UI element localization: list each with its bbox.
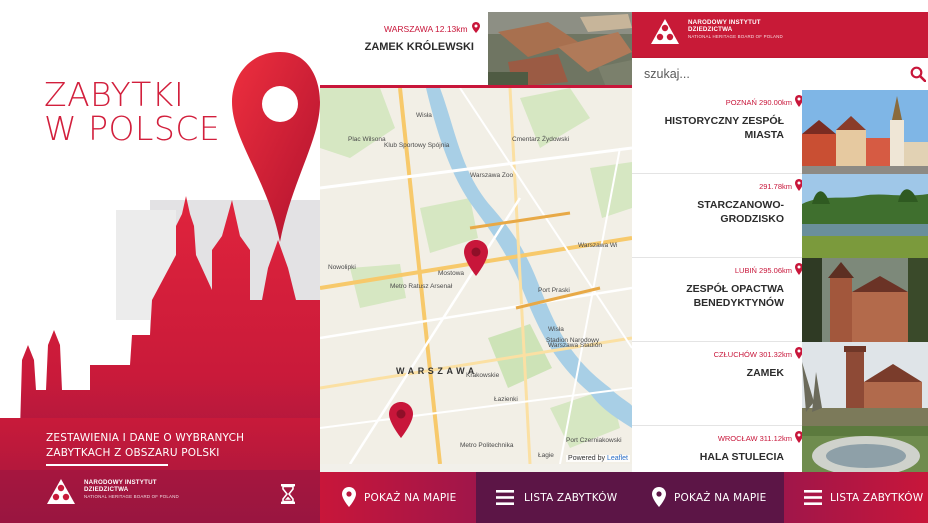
- map-canvas[interactable]: [320, 88, 632, 464]
- nid-logo: NARODOWY INSTYTUT DZIEDZICTWA NATIONAL H…: [650, 18, 820, 50]
- hourglass-icon: [281, 484, 295, 504]
- map-marker-icon[interactable]: [464, 240, 488, 276]
- map-attribution: Powered by Leaflet: [566, 455, 630, 462]
- nid-logo-line2: DZIEDZICTWA: [688, 25, 733, 33]
- map-label: Metro Politechnika: [460, 442, 514, 449]
- monument-name: STARCZANOWO-GRODZISKO: [697, 199, 784, 225]
- search-icon[interactable]: [910, 66, 926, 82]
- monument-list-item[interactable]: LUBIŃ 295.06km ZESPÓŁ OPACTWA BENEDYKTYN…: [632, 258, 928, 342]
- monument-list-item[interactable]: POZNAŃ 290.00km HISTORYCZNY ZESPÓŁ MIAST…: [632, 90, 928, 174]
- monument-name: ZESPÓŁ OPACTWA BENEDYKTYNÓW: [686, 283, 784, 309]
- list-screen-nav: POKAŻ NA MAPIE LISTA ZABYTKÓW: [632, 472, 928, 523]
- nid-logo-line3: NATIONAL HERITAGE BOARD OF POLAND: [84, 493, 179, 499]
- monument-distance: WROCŁAW 311.12km: [717, 434, 792, 443]
- map-label: Cmentarz Żydowski: [512, 136, 570, 143]
- splash-screen: ZABYTKI W POLSCE ZESTAWIENIA I DANE O WY…: [0, 0, 320, 523]
- map-marker-icon[interactable]: [389, 402, 413, 438]
- monument-photo: [802, 342, 928, 426]
- show-on-map-button[interactable]: POKAŻ NA MAPIE: [632, 472, 784, 523]
- map-label: Łagie: [538, 452, 554, 459]
- monument-list-button[interactable]: LISTA ZABYTKÓW: [476, 472, 632, 523]
- monument-distance: POZNAŃ 290.00km: [725, 98, 792, 107]
- map-label: Nowolipki: [328, 264, 356, 271]
- app-title: ZABYTKI W POLSCE: [44, 78, 244, 146]
- nid-logo-line2: DZIEDZICTWA: [84, 485, 129, 493]
- nid-emblem-icon: [651, 19, 679, 44]
- monument-name: HALA STULECIA: [699, 451, 784, 463]
- app-subtitle: ZESTAWIENIA I DANE O WYBRANYCH ZABYTKACH…: [46, 431, 256, 461]
- brand-header: NARODOWY INSTYTUT DZIEDZICTWA NATIONAL H…: [632, 12, 928, 58]
- nid-logo-text: NARODOWY INSTYTUT DZIEDZICTWA NATIONAL H…: [688, 19, 783, 40]
- map-label: Warszawa Stadion: [548, 342, 602, 349]
- app-title-line1: ZABYTKI: [44, 75, 185, 114]
- map-label: Plac Wilsona: [348, 136, 386, 143]
- map-label: Łazienki: [494, 396, 518, 403]
- map-label: Mostowa: [438, 270, 465, 277]
- map-label: Metro Ratusz Arsenał: [390, 283, 453, 290]
- map-label: Port Praski: [538, 287, 570, 294]
- selected-monument-photo: [488, 12, 632, 87]
- map-label: Warszawa Wi: [578, 242, 618, 249]
- monument-name: HISTORYCZNY ZESPÓŁ MIASTA: [664, 115, 784, 141]
- location-pin-icon: [652, 487, 666, 507]
- show-on-map-label: POKAŻ NA MAPIE: [674, 492, 767, 504]
- monument-list-label: LISTA ZABYTKÓW: [830, 492, 924, 504]
- location-pin-icon: [342, 487, 356, 507]
- leaflet-link[interactable]: Leaflet: [607, 455, 628, 462]
- list-screen: NARODOWY INSTYTUT DZIEDZICTWA NATIONAL H…: [632, 0, 928, 523]
- subtitle-divider: [46, 464, 168, 466]
- monument-photo: [802, 174, 928, 258]
- selected-monument-card[interactable]: WARSZAWA 12.13km ZAMEK KRÓLEWSKI: [320, 0, 632, 88]
- location-pin-icon: [472, 22, 480, 33]
- map-label: Wisła: [548, 326, 564, 333]
- monument-photo: [802, 90, 928, 174]
- monument-distance: CZŁUCHÓW 301.32km: [713, 350, 792, 359]
- search-bar: [632, 58, 928, 90]
- map-screen-nav: POKAŻ NA MAPIE LISTA ZABYTKÓW: [320, 472, 632, 523]
- monument-list-item[interactable]: CZŁUCHÓW 301.32km ZAMEK: [632, 342, 928, 426]
- nid-logo-text: NARODOWY INSTYTUT DZIEDZICTWA NATIONAL H…: [84, 479, 179, 500]
- city-label: WARSZAWA: [396, 366, 478, 376]
- show-on-map-button[interactable]: POKAŻ NA MAPIE: [320, 472, 476, 523]
- selected-monument-name: ZAMEK KRÓLEWSKI: [364, 41, 474, 53]
- monument-name: ZAMEK: [746, 367, 784, 379]
- nid-emblem-icon: [47, 479, 75, 504]
- menu-icon: [804, 490, 822, 505]
- app-subtitle-line2: ZABYTKACH Z OBSZARU POLSKI: [46, 447, 220, 459]
- search-input[interactable]: [644, 64, 894, 84]
- monument-list-item[interactable]: 291.78km STARCZANOWO-GRODZISKO: [632, 174, 928, 258]
- monument-list-label: LISTA ZABYTKÓW: [524, 492, 618, 504]
- map-label: Port Czerniakowski: [566, 437, 622, 444]
- show-on-map-label: POKAŻ NA MAPIE: [364, 492, 457, 504]
- monument-distance: LUBIŃ 295.06km: [734, 266, 792, 275]
- monument-photo: [802, 258, 928, 342]
- map-screen: WARSZAWA 12.13km ZAMEK KRÓLEWSKI Wisła P…: [320, 0, 632, 523]
- selected-monument-distance: WARSZAWA 12.13km: [384, 22, 480, 34]
- monument-distance: 291.78km: [759, 182, 792, 191]
- app-title-line2: W POLSCE: [44, 109, 221, 148]
- menu-icon: [496, 490, 514, 505]
- map-label: Klub Sportowy Spójnia: [384, 142, 450, 149]
- nid-logo: NARODOWY INSTYTUT DZIEDZICTWA NATIONAL H…: [46, 478, 236, 508]
- nid-logo-line3: NATIONAL HERITAGE BOARD OF POLAND: [688, 33, 783, 39]
- monument-list-button[interactable]: LISTA ZABYTKÓW: [784, 472, 928, 523]
- map-label: Warszawa Zoo: [470, 172, 514, 179]
- map-label: Wisła: [416, 112, 432, 119]
- app-subtitle-line1: ZESTAWIENIA I DANE O WYBRANYCH: [46, 432, 245, 444]
- attribution-prefix: Powered by: [568, 455, 606, 462]
